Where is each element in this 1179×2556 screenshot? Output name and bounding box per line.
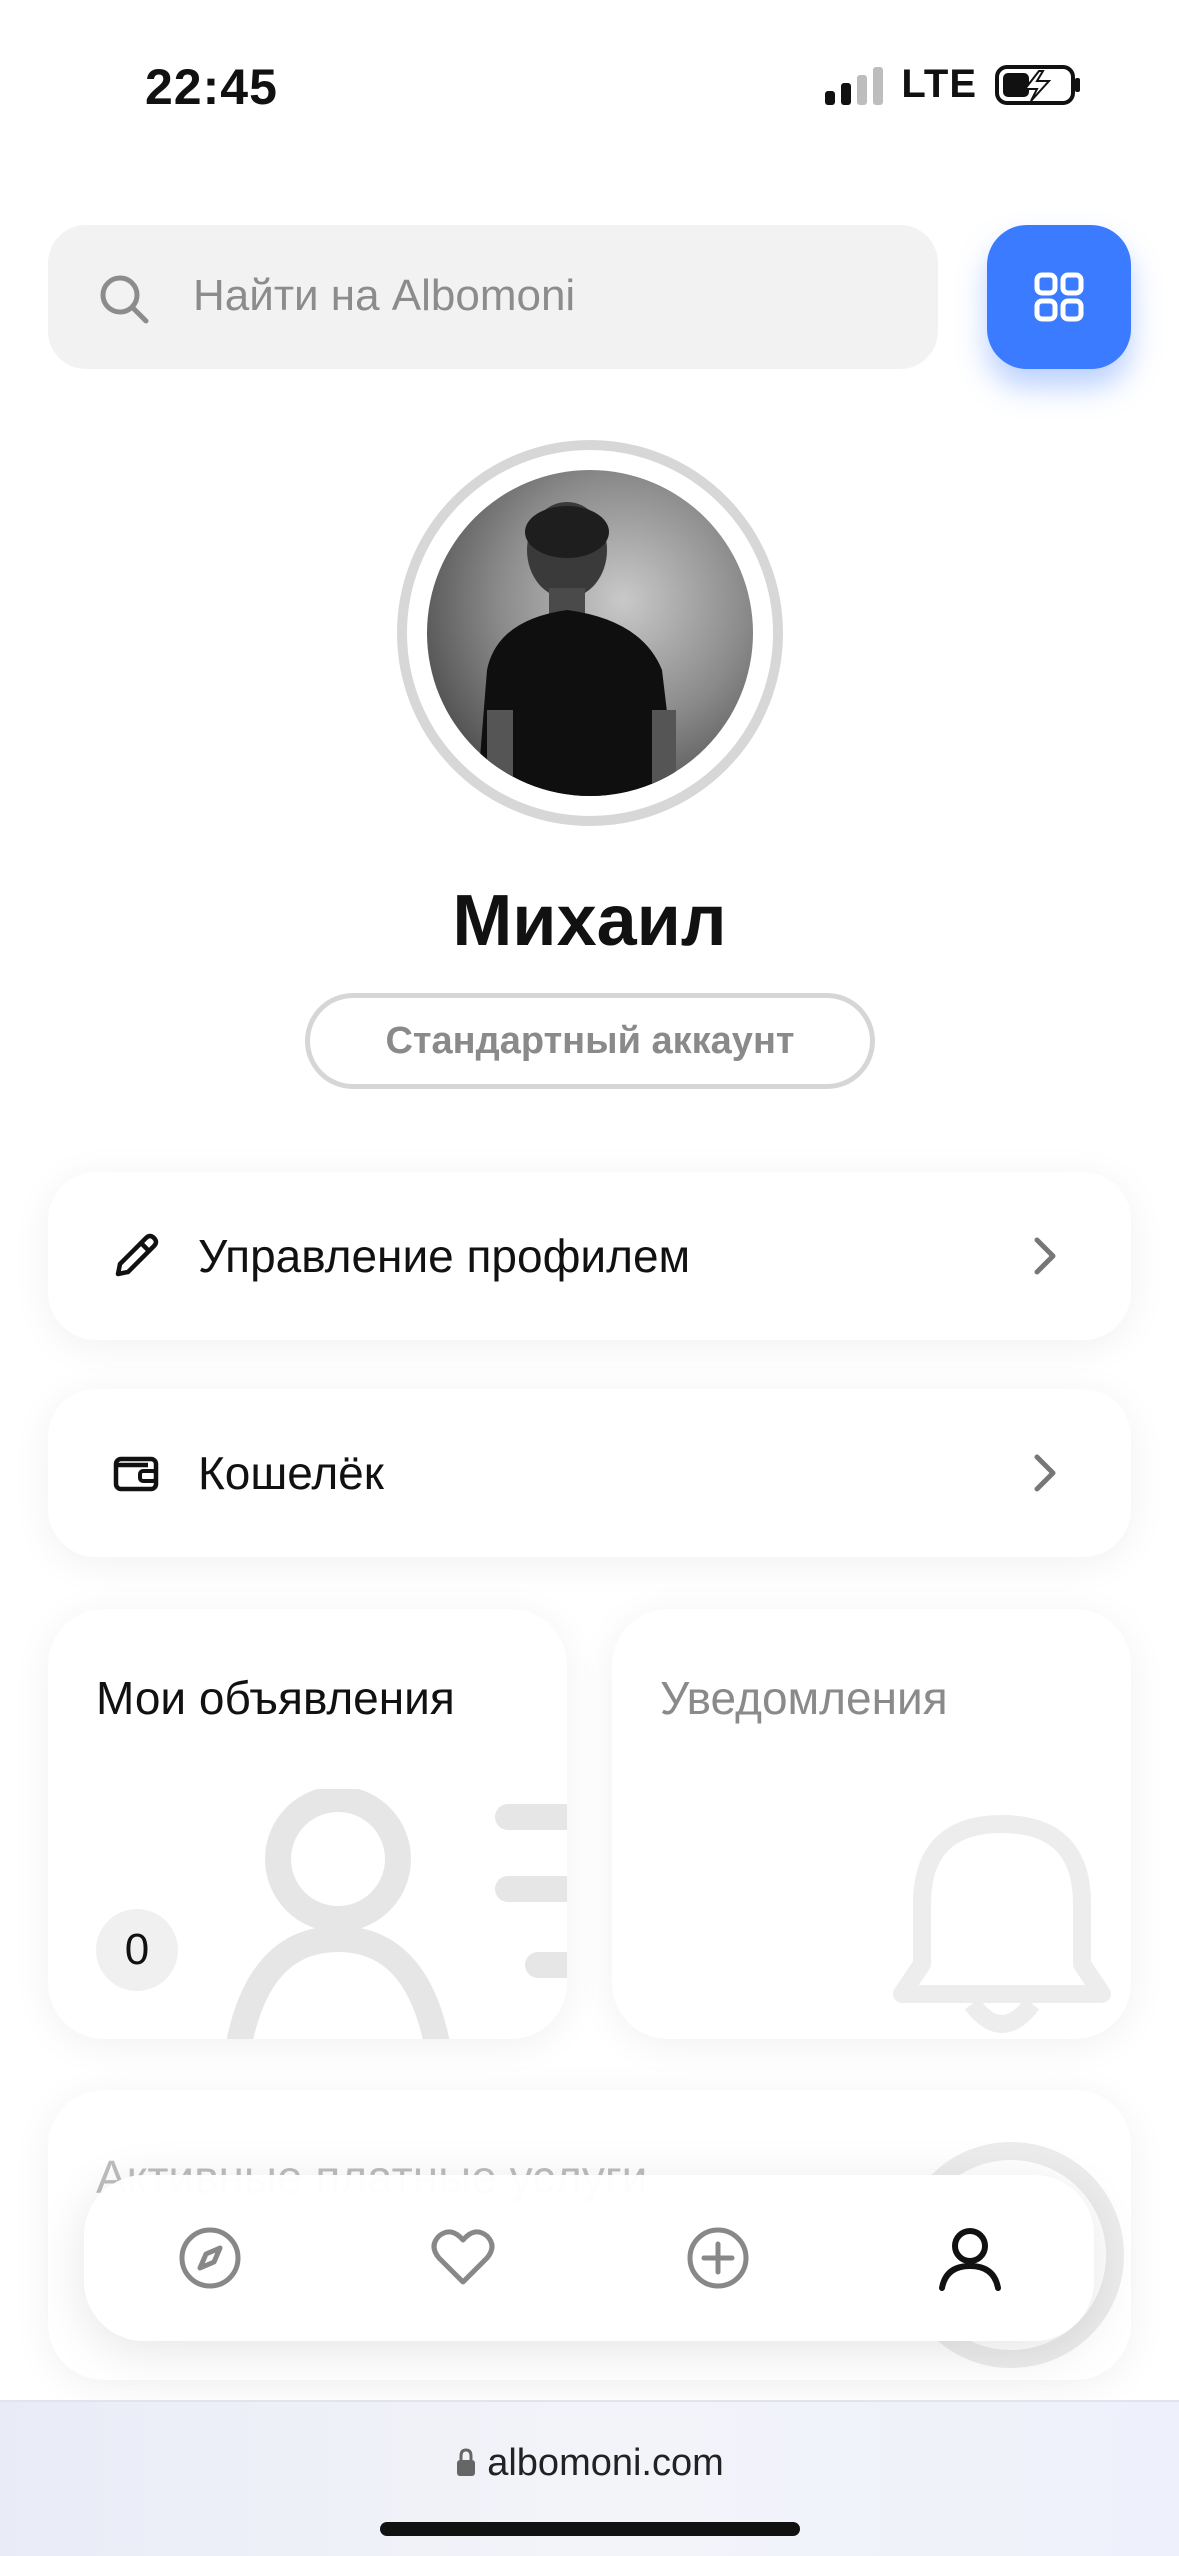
user-list-icon: [226, 1789, 567, 2039]
grid-icon: [1034, 272, 1084, 322]
user-name: Михаил: [452, 881, 727, 961]
status-time: 22:45: [145, 59, 278, 115]
user-icon[interactable]: [934, 2222, 1006, 2294]
search-input[interactable]: Найти на Albomoni: [48, 225, 938, 369]
plus-circle-icon[interactable]: [682, 2222, 754, 2294]
lock-icon: [457, 2448, 476, 2476]
wallet-item[interactable]: Кошелёк: [48, 1389, 1131, 1557]
my-listings-title: Мои объявления: [96, 1672, 455, 1724]
url-label: albomoni.com: [487, 2442, 724, 2484]
search-icon: [100, 275, 149, 324]
account-type-badge[interactable]: Стандартный аккаунт: [305, 993, 875, 1089]
pencil-icon: [115, 1233, 159, 1277]
avatar-photo: [477, 502, 677, 796]
search-placeholder: Найти на Albomoni: [193, 271, 576, 320]
bell-icon: [893, 1815, 1111, 2033]
listings-count-badge: 0: [96, 1909, 178, 1991]
profile-screen: 22:45 LTE Найти на Albomoni Михаил Станд…: [0, 0, 1179, 2556]
manage-profile-label: Управление профилем: [198, 1230, 691, 1282]
heart-icon[interactable]: [427, 2222, 499, 2294]
apps-menu-button[interactable]: [987, 225, 1131, 369]
compass-icon[interactable]: [174, 2222, 246, 2294]
my-listings-tile[interactable]: Мои объявления 0: [48, 1609, 567, 2039]
notifications-title: Уведомления: [660, 1672, 948, 1724]
browser-address-bar[interactable]: albomoni.com: [0, 2400, 1179, 2556]
home-indicator: [380, 2522, 800, 2536]
chevron-right-icon: [1034, 1454, 1056, 1492]
notifications-tile[interactable]: Уведомления: [612, 1609, 1131, 2039]
network-type: LTE: [901, 62, 977, 106]
avatar-ring[interactable]: [397, 440, 783, 826]
url-text: albomoni.com: [0, 2442, 1179, 2485]
wallet-icon: [113, 1456, 159, 1492]
bottom-navigation: [84, 2175, 1094, 2341]
manage-profile-item[interactable]: Управление профилем: [48, 1172, 1131, 1340]
battery-charging-icon: [995, 64, 1080, 105]
wallet-label: Кошелёк: [198, 1447, 384, 1499]
signal-icon: [825, 65, 884, 105]
status-indicators: LTE: [825, 62, 1083, 107]
avatar: [427, 470, 753, 796]
chevron-right-icon: [1034, 1237, 1056, 1275]
